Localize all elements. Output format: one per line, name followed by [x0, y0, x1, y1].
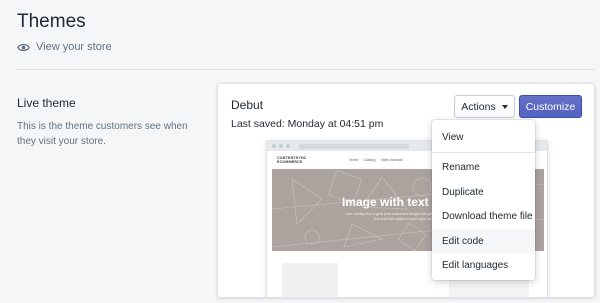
menu-item-edit-languages[interactable]: Edit languages: [432, 254, 535, 279]
menu-item-duplicate[interactable]: Duplicate: [432, 180, 535, 205]
menu-item-view[interactable]: View: [432, 125, 535, 150]
store-nav: Home Catalog Video tutorials: [349, 158, 403, 162]
actions-dropdown-menu: View Rename Duplicate Download theme fil…: [432, 120, 535, 280]
live-theme-heading: Live theme: [17, 96, 76, 110]
live-theme-description: This is the theme customers see when the…: [17, 121, 188, 147]
menu-item-edit-code[interactable]: Edit code: [432, 229, 535, 254]
actions-button[interactable]: Actions: [454, 95, 515, 118]
theme-name: Debut: [231, 98, 264, 112]
menu-separator: [432, 151, 535, 153]
customize-button[interactable]: Customize: [519, 95, 582, 118]
view-store-label: View your store: [36, 41, 112, 53]
browser-dot: [272, 144, 276, 148]
browser-dot: [279, 144, 283, 148]
theme-card: Debut Last saved: Monday at 04:51 pm Act…: [217, 83, 595, 298]
store-nav-item: Catalog: [363, 158, 376, 162]
actions-label: Actions: [461, 100, 496, 113]
eye-icon: [17, 43, 30, 52]
view-store-link[interactable]: View your store: [17, 41, 112, 53]
caret-down-icon: [501, 104, 508, 109]
menu-item-download-theme-file[interactable]: Download theme file: [432, 205, 535, 230]
preview-content-block: [282, 263, 338, 297]
store-nav-item: Home: [349, 158, 359, 162]
divider: [17, 69, 595, 70]
menu-item-rename[interactable]: Rename: [432, 156, 535, 181]
store-logo: CONTENTSYNC ECOMMERCE: [277, 156, 307, 164]
browser-dot: [286, 144, 290, 148]
last-saved: Last saved: Monday at 04:51 pm: [231, 118, 384, 130]
store-nav-item: Video tutorials: [380, 158, 403, 162]
page-title: Themes: [17, 11, 86, 32]
browser-url-bar: [299, 143, 409, 149]
